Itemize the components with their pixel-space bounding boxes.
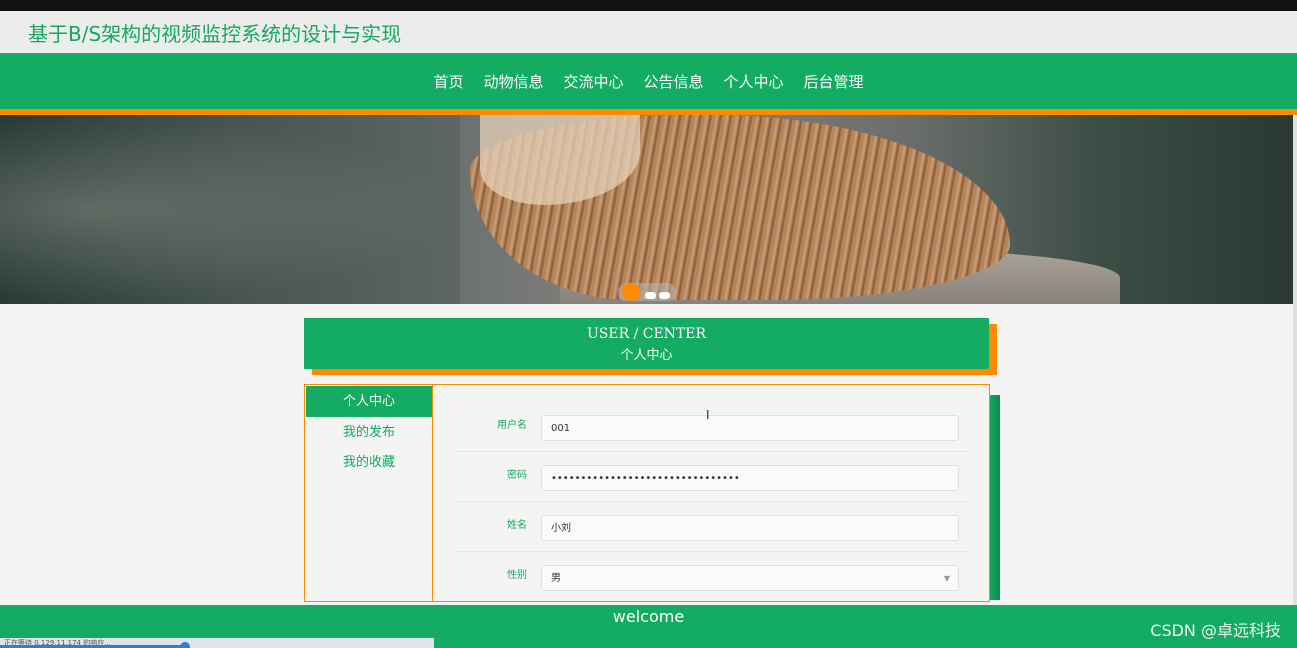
main-nav: 首页 动物信息 交流中心 公告信息 个人中心 后台管理 bbox=[0, 53, 1297, 109]
chevron-down-icon: ▼ bbox=[943, 574, 950, 583]
user-center-title-cn: 个人中心 bbox=[620, 348, 673, 363]
nav-item-forum[interactable]: 交流中心 bbox=[563, 71, 623, 92]
carousel-dot-active[interactable] bbox=[622, 283, 640, 301]
browser-status-bar: 正在等待 0.129.11.174 的响应... bbox=[0, 638, 434, 648]
name-label: 姓名 bbox=[507, 520, 527, 531]
carousel-dot[interactable] bbox=[645, 292, 656, 299]
banner-background bbox=[0, 115, 460, 304]
user-center-sidebar: 个人中心 我的发布 我的收藏 bbox=[305, 385, 433, 601]
gender-select[interactable]: 男 ▼ bbox=[541, 565, 959, 591]
form-row-username: 用户名 001 bbox=[455, 401, 967, 452]
form-row-name: 姓名 小刘 bbox=[455, 501, 967, 552]
form-row-password: 密码 •••••••••••••••••••••••••••••••• bbox=[455, 451, 967, 502]
watermark: CSDN @卓远科技 bbox=[1150, 621, 1281, 640]
sidebar-item-my-posts[interactable]: 我的发布 bbox=[306, 417, 432, 448]
nav-item-user-center[interactable]: 个人中心 bbox=[724, 71, 784, 92]
nav-item-home[interactable]: 首页 bbox=[433, 71, 463, 92]
carousel-dot[interactable] bbox=[659, 292, 670, 299]
name-input[interactable]: 小刘 bbox=[541, 515, 959, 541]
user-center-panel: 个人中心 我的发布 我的收藏 用户名 001 密码 ••••••••••••••… bbox=[304, 384, 990, 602]
footer-welcome: welcome bbox=[612, 607, 685, 626]
nav-item-admin[interactable]: 后台管理 bbox=[804, 71, 864, 92]
panel-shadow bbox=[989, 395, 1000, 600]
title-bar: 基于B/S架构的视频监控系统的设计与实现 bbox=[0, 11, 1297, 53]
gender-select-value: 男 bbox=[551, 573, 561, 584]
window-top-edge bbox=[0, 0, 1297, 11]
form-row-gender: 性别 男 ▼ bbox=[455, 551, 967, 601]
password-input[interactable]: •••••••••••••••••••••••••••••••• bbox=[541, 465, 959, 491]
text-cursor-icon: Ι bbox=[706, 408, 710, 422]
gender-label: 性别 bbox=[507, 570, 527, 581]
username-input[interactable]: 001 bbox=[541, 415, 959, 441]
user-center-header: USER / CENTER 个人中心 bbox=[304, 318, 989, 369]
nav-item-announcements[interactable]: 公告信息 bbox=[644, 71, 704, 92]
user-center-title-en: USER / CENTER bbox=[586, 326, 707, 342]
loading-progress-knob bbox=[180, 642, 190, 648]
username-label: 用户名 bbox=[497, 420, 527, 431]
page-scrollbar[interactable] bbox=[1293, 115, 1297, 605]
site-title: 基于B/S架构的视频监控系统的设计与实现 bbox=[28, 22, 402, 46]
sidebar-item-user-center[interactable]: 个人中心 bbox=[306, 386, 432, 417]
sidebar-item-my-favorites[interactable]: 我的收藏 bbox=[306, 447, 432, 478]
password-label: 密码 bbox=[507, 470, 527, 481]
banner-carousel bbox=[0, 115, 1293, 304]
nav-item-animal-info[interactable]: 动物信息 bbox=[483, 71, 543, 92]
